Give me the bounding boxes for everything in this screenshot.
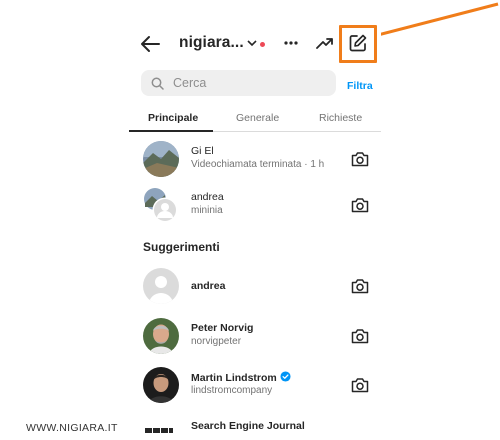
suggestion-name: Peter Norvig [191, 322, 254, 334]
avatar [143, 141, 179, 177]
watermark: WWW.NIGIARA.IT [26, 422, 118, 434]
sej-logo [145, 428, 173, 433]
conversation-row[interactable]: Gi El Videochiamata terminata · 1 h [129, 139, 381, 183]
tab-principale[interactable]: Principale [148, 112, 198, 124]
account-username[interactable]: nigiara... [179, 34, 244, 52]
camera-icon[interactable] [351, 197, 369, 213]
search-icon [151, 77, 164, 90]
suggestion-username: lindstromcompany [191, 385, 273, 396]
avatar [143, 367, 179, 403]
avatar [144, 188, 178, 223]
camera-icon[interactable] [351, 328, 369, 344]
suggestions-heading: Suggerimenti [143, 240, 220, 254]
camera-icon[interactable] [351, 278, 369, 294]
conversation-row[interactable]: andrea mininia [129, 185, 381, 229]
suggestion-name: Search Engine Journal [191, 420, 305, 432]
more-horizontal-icon[interactable] [284, 34, 298, 52]
chevron-down-icon[interactable] [246, 37, 258, 49]
avatar [143, 318, 179, 354]
verified-badge-icon [280, 371, 291, 382]
conversation-name: andrea [191, 191, 224, 203]
suggestion-name: andrea [191, 280, 226, 292]
conversation-status: Videochiamata terminata · 1 h [191, 159, 325, 170]
camera-icon[interactable] [351, 151, 369, 167]
avatar [143, 268, 179, 304]
suggestion-row[interactable]: Peter Norvig norvigpeter [129, 316, 381, 360]
instagram-direct-screen: nigiara... Filtra Principale Generale Ri… [129, 0, 381, 440]
active-tab-indicator [129, 130, 213, 132]
suggestion-name: Martin Lindstrom [191, 371, 291, 384]
tab-richieste[interactable]: Richieste [319, 112, 362, 124]
search-input[interactable] [173, 72, 328, 94]
compose-highlight-box [339, 25, 377, 63]
back-arrow-icon[interactable] [139, 34, 161, 54]
camera-icon[interactable] [351, 377, 369, 393]
search-bar[interactable] [141, 70, 336, 96]
conversation-username: mininia [191, 205, 223, 216]
trending-icon[interactable] [316, 34, 334, 52]
suggestion-username: norvigpeter [191, 336, 242, 347]
suggestion-row[interactable]: andrea [129, 266, 381, 310]
suggestion-row[interactable]: Search Engine Journal [129, 414, 381, 440]
tab-generale[interactable]: Generale [236, 112, 279, 124]
suggestion-row[interactable]: Martin Lindstrom lindstromcompany [129, 365, 381, 409]
filter-button[interactable]: Filtra [347, 80, 373, 92]
annotation-arrow [362, 2, 499, 42]
notification-dot [260, 42, 265, 47]
conversation-name: Gi El [191, 145, 214, 157]
inbox-tabs: Principale Generale Richieste [129, 104, 381, 132]
